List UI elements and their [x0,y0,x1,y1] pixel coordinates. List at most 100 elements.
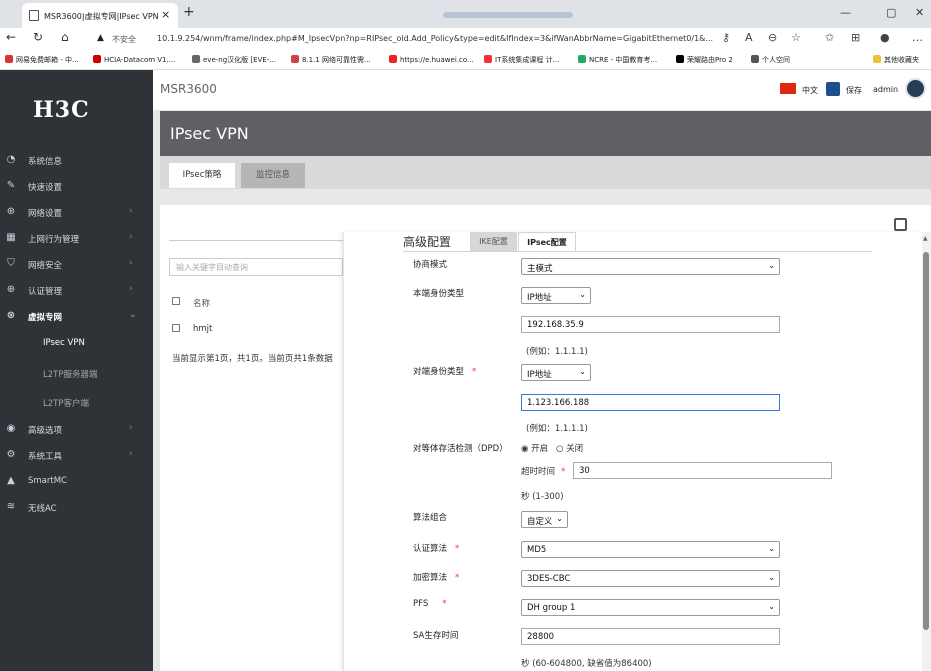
dpd-timeout-input[interactable]: 30 [573,462,832,479]
bookmark-item[interactable]: 个人空间 [751,55,790,65]
chevron-right-icon: › [129,232,133,242]
sidebar-item-system-tools[interactable]: ⚙ 系统工具 › [0,444,153,468]
username[interactable]: admin [873,85,898,94]
url-input[interactable]: 10.1.9.254/wnm/frame/index.php#M_IpsecVp… [157,34,713,43]
bookmark-item[interactable]: IT系统集成课程 计... [484,55,559,65]
sidebar-subitem-ipsec-vpn[interactable]: IPsec VPN [43,338,85,348]
zoom-icon[interactable]: ⊖ [768,31,777,44]
local-id-type-select[interactable]: IP地址 ⌄ [521,287,591,304]
local-ip-input[interactable]: 192.168.35.9 [521,316,780,333]
new-tab-button[interactable]: + [183,4,195,20]
tab-ike-config[interactable]: IKE配置 [470,232,517,252]
home-icon[interactable]: ⌂ [61,30,69,44]
key-icon[interactable]: ⚷ [722,31,730,44]
bookmark-item[interactable]: HCIA-Datacom V1.... [93,55,175,64]
sidebar-item-network-security[interactable]: ⛉ 网络安全 › [0,253,153,277]
china-flag-icon[interactable] [780,83,796,94]
bookmark-favicon-icon [291,55,299,63]
chevron-right-icon: › [129,258,133,268]
scroll-up-arrow-icon[interactable]: ▲ [923,235,928,242]
sidebar-item-behavior-mgmt[interactable]: ▦ 上网行为管理 › [0,227,153,251]
auth-algorithm-select[interactable]: MD5 ⌄ [521,541,780,558]
chevron-down-icon: ⌄ [579,290,586,299]
favorites-list-icon[interactable]: ✩ [825,31,834,44]
dpd-radio-off[interactable]: ○ 关闭 [556,442,583,454]
smartmc-icon: ▲ [7,475,15,486]
bookmark-item[interactable]: https://e.huawei.co... [389,55,474,64]
chevron-down-icon: ⌄ [556,514,563,523]
scrollbar-thumb[interactable] [923,252,929,630]
chevron-down-icon: ⌄ [129,310,137,320]
radio-checked-icon: ◉ [521,444,529,454]
export-icon[interactable] [894,218,907,231]
sidebar-item-auth-mgmt[interactable]: ⊕ 认证管理 › [0,279,153,303]
extension-icon[interactable]: ● [880,31,890,44]
row-checkbox[interactable] [172,324,180,332]
back-icon[interactable]: ← [6,30,16,44]
sidebar-item-vpn[interactable]: ⊗ 虚拟专网 ⌄ [0,305,153,329]
warning-icon[interactable]: ▲ [97,33,104,43]
sidebar-item-system-info[interactable]: ◔ 系统信息 [0,149,153,173]
divider [403,251,872,252]
algorithm-suite-select[interactable]: 自定义 ⌄ [521,511,568,528]
avatar[interactable] [905,78,926,99]
save-icon[interactable] [826,82,840,96]
negotiation-mode-select[interactable]: 主模式 ⌄ [521,258,780,275]
bookmark-item[interactable]: NCRE - 中国教育考... [578,55,657,65]
tab-scroll-indicator [443,12,573,18]
close-tab-icon[interactable]: × [161,8,170,21]
bookmark-favicon-icon [484,55,492,63]
refresh-icon[interactable]: ↻ [33,30,43,44]
bookmark-item[interactable]: 网易免费邮箱 - 中... [5,55,79,65]
maximize-icon[interactable]: ▢ [886,6,896,19]
bookmark-folder[interactable]: 其他收藏夹 [873,55,919,65]
bookmark-item[interactable]: 8.1.1 网络可靠性需... [291,55,371,65]
column-header-name: 名称 [193,299,211,309]
dpd-radio-on[interactable]: ◉ 开启 [521,442,548,454]
minimize-icon[interactable]: — [840,6,851,19]
sidebar-item-quick-setup[interactable]: ✎ 快速设置 [0,175,153,199]
page-title-band [160,111,931,156]
bookmark-item[interactable]: eve-ng汉化版 [EVE-... [192,55,276,65]
more-icon[interactable]: … [912,31,923,44]
sidebar-subitem-l2tp-client[interactable]: L2TP客户端 [43,397,89,409]
search-input[interactable]: 输入关键字目动查询 [169,258,343,276]
local-ip-hint: (例如：1.1.1.1) [526,347,588,357]
favorite-icon[interactable]: ☆ [791,31,801,44]
remote-id-type-label: 对端身份类型 * [413,367,477,377]
table-row[interactable]: hmjt [193,324,212,334]
select-all-checkbox[interactable] [172,297,180,305]
sidebar-item-wireless-ac[interactable]: ≋ 无线AC [0,496,153,520]
remote-id-type-select[interactable]: IP地址 ⌄ [521,364,591,381]
chevron-right-icon: › [129,284,133,294]
insecure-label[interactable]: 不安全 [112,34,136,45]
bookmark-item[interactable]: 荣耀路由Pro 2 [676,55,733,65]
device-name: MSR3600 [160,82,217,96]
language-switch[interactable]: 中文 [802,85,818,96]
tab-monitor-info[interactable]: 监控信息 [241,163,305,188]
tab-ipsec-policy[interactable]: IPsec策略 [169,163,235,188]
sidebar-item-smartmc[interactable]: ▲ SmartMC [0,470,153,494]
pagination-info: 当前显示第1页，共1页。当前页共1条数据 [172,354,333,364]
sidebar-item-network-settings[interactable]: ⊕ 网络设置 › [0,201,153,225]
save-button[interactable]: 保存 [846,85,862,96]
bookmark-favicon-icon [389,55,397,63]
sidebar-subitem-l2tp-server[interactable]: L2TP服务器端 [43,368,97,380]
negotiation-mode-label: 协商模式 [413,260,448,270]
page-favicon-icon [29,10,39,21]
read-aloud-icon[interactable]: A [745,31,753,44]
sa-lifetime-input[interactable]: 28800 [521,628,780,645]
close-window-icon[interactable]: ✕ [915,6,924,19]
collections-icon[interactable]: ⊞ [851,31,860,44]
tab-ipsec-config[interactable]: IPsec配置 [518,232,576,252]
auth-algorithm-label: 认证算法 * [413,544,460,554]
encryption-algorithm-select[interactable]: 3DES-CBC ⌄ [521,570,780,587]
remote-ip-input[interactable]: 1.123.166.188 [521,394,780,411]
remote-ip-hint: (例如：1.1.1.1) [526,424,588,434]
browser-tab[interactable]: MSR3600|虚拟专网|IPsec VPN × [22,3,178,28]
pfs-select[interactable]: DH group 1 ⌄ [521,599,780,616]
local-id-type-label: 本端身份类型 [413,289,465,299]
sidebar-item-advanced[interactable]: ◉ 高级选项 › [0,418,153,442]
page-title: IPsec VPN [170,124,249,143]
dpd-timeout-hint: 秒 (1-300) [521,492,564,502]
